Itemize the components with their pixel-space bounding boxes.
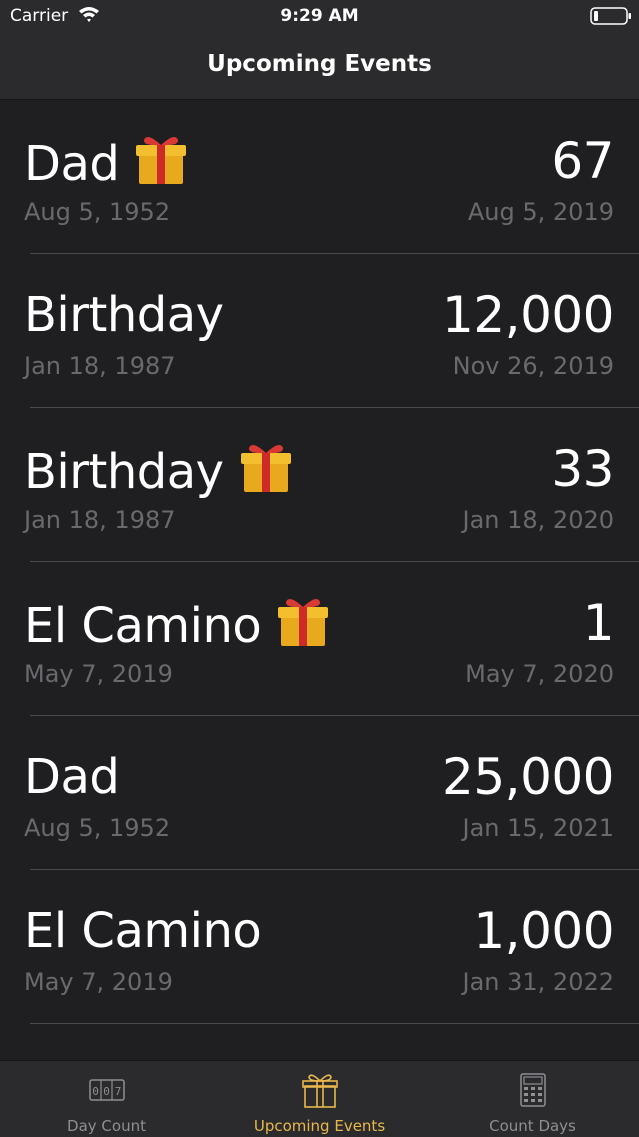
event-row[interactable]: Birthday 33 Jan 18, 1987 Jan 18, 2020 [0, 408, 639, 562]
tab-label: Count Days [489, 1117, 576, 1135]
event-name: Birthday [24, 287, 224, 343]
event-list: Dad 67 Aug 5, 1952 Aug 5, 2019 Birthday … [0, 100, 639, 1024]
event-row[interactable]: Dad 67 Aug 5, 1952 Aug 5, 2019 [0, 100, 639, 254]
event-count: 67 [551, 132, 614, 190]
tab-count-days[interactable]: Count Days [426, 1061, 639, 1137]
event-name: Dad [24, 136, 120, 192]
event-count: 1,000 [473, 902, 614, 960]
event-start-date: Aug 5, 1952 [24, 198, 171, 226]
event-row[interactable]: Birthday 12,000 Jan 18, 1987 Nov 26, 201… [0, 254, 639, 408]
event-name: El Camino [24, 598, 262, 654]
tab-label: Day Count [67, 1117, 146, 1135]
event-name-cell: El Camino [24, 900, 262, 962]
event-name: Birthday [24, 444, 224, 500]
calculator-icon [519, 1073, 546, 1107]
event-name-cell: Dad [24, 130, 189, 195]
event-name-cell: El Camino [24, 592, 331, 657]
gift-icon [240, 444, 291, 492]
event-target-date: Jan 15, 2021 [462, 814, 615, 842]
event-row[interactable]: El Camino 1,000 May 7, 2019 Jan 31, 2022 [0, 870, 639, 1024]
navigation-bar: Upcoming Events [0, 34, 639, 100]
event-name-cell: Dad [24, 746, 120, 808]
event-count: 25,000 [442, 748, 614, 806]
event-count: 12,000 [442, 286, 614, 344]
event-target-date: Jan 18, 2020 [462, 506, 615, 534]
tab-bar: 0 0 7 Day Count Upcoming Events Count Da… [0, 1060, 639, 1137]
event-target-date: May 7, 2020 [465, 660, 614, 688]
status-time: 9:29 AM [280, 6, 359, 26]
status-bar: Carrier 9:29 AM [0, 0, 639, 34]
battery-icon [590, 7, 631, 25]
event-row[interactable]: Dad 25,000 Aug 5, 1952 Jan 15, 2021 [0, 716, 639, 870]
tab-day-count[interactable]: 0 0 7 Day Count [0, 1061, 213, 1137]
event-target-date: Aug 5, 2019 [467, 198, 614, 226]
event-start-date: Jan 18, 1987 [24, 352, 176, 380]
event-start-date: Jan 18, 1987 [24, 506, 176, 534]
gift-icon [136, 136, 187, 184]
svg-text:0: 0 [103, 1085, 110, 1098]
event-count: 1 [582, 594, 615, 652]
counter-icon: 0 0 7 [88, 1079, 125, 1101]
event-count: 33 [551, 440, 614, 498]
tab-label: Upcoming Events [253, 1117, 386, 1135]
event-start-date: Aug 5, 1952 [24, 814, 171, 842]
event-row[interactable]: El Camino 1 May 7, 2019 May 7, 2020 [0, 562, 639, 716]
event-name: Dad [24, 749, 120, 805]
event-name: El Camino [24, 903, 262, 959]
gift-icon [301, 1074, 338, 1108]
event-start-date: May 7, 2019 [24, 660, 173, 688]
event-name-cell: Birthday [24, 438, 294, 503]
tab-upcoming-events[interactable]: Upcoming Events [213, 1061, 426, 1137]
event-start-date: May 7, 2019 [24, 968, 173, 996]
event-name-cell: Birthday [24, 284, 224, 346]
page-title: Upcoming Events [207, 51, 432, 77]
event-target-date: Nov 26, 2019 [452, 352, 614, 380]
svg-text:7: 7 [114, 1085, 121, 1098]
event-target-date: Jan 31, 2022 [462, 968, 615, 996]
svg-text:0: 0 [92, 1085, 99, 1098]
gift-icon [278, 598, 329, 646]
